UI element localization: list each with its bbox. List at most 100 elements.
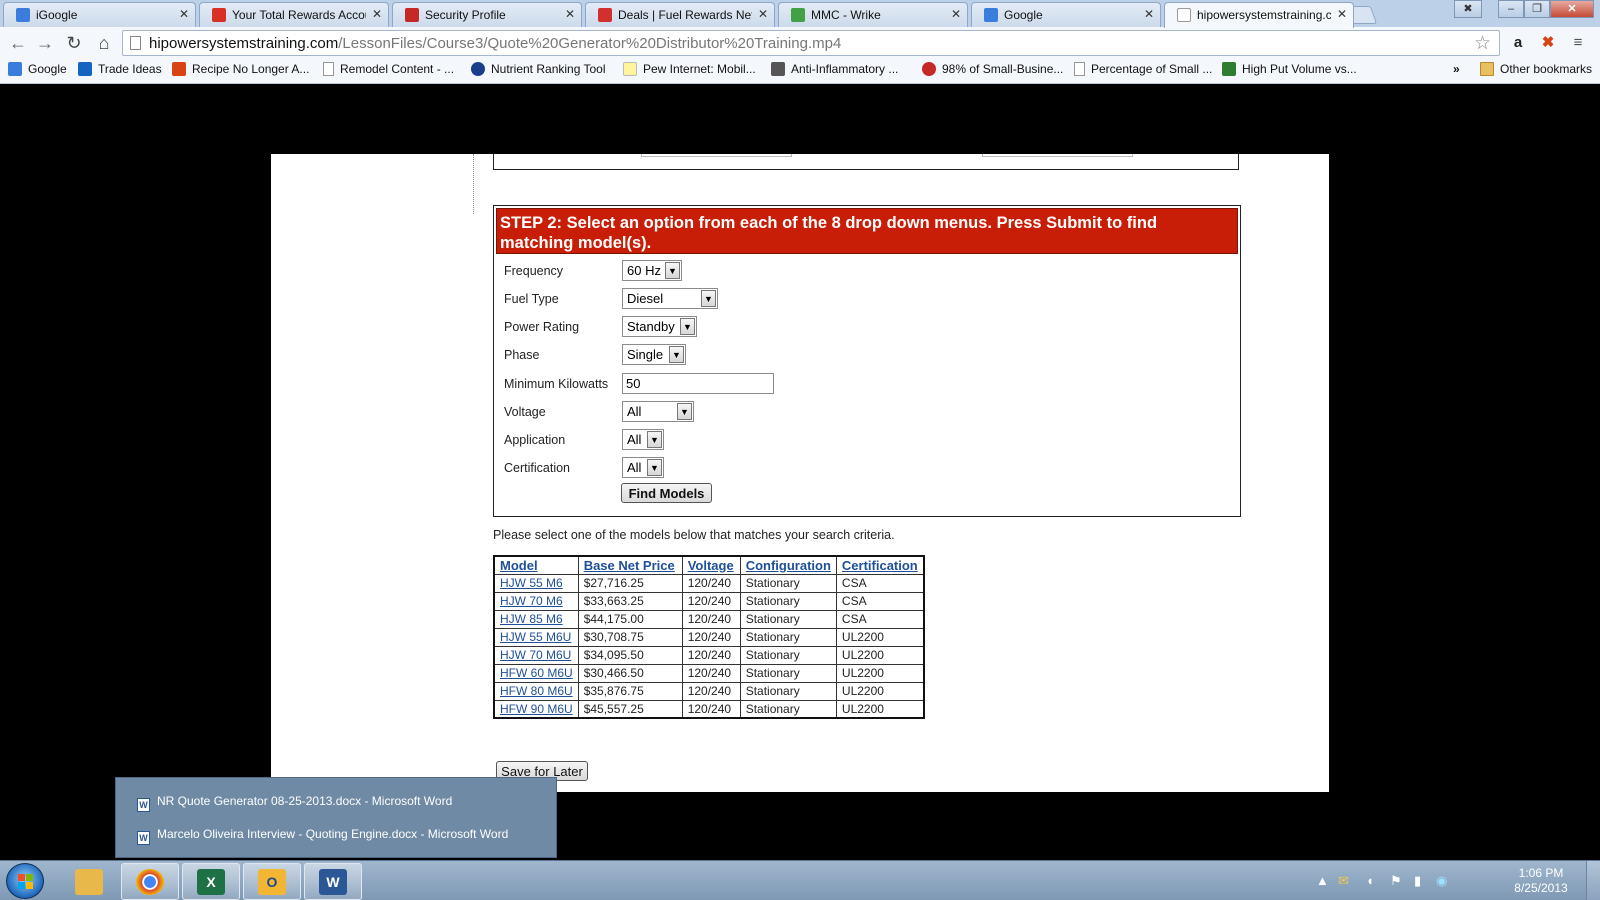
network-signal-icon[interactable]: ▮ <box>1414 873 1421 889</box>
sort-price-link[interactable]: Base Net Price <box>584 558 675 573</box>
col-header-model[interactable]: Model <box>493 555 579 575</box>
action-center-flag-icon[interactable]: ⚑ <box>1390 873 1402 889</box>
bookmark-item[interactable]: Pew Internet: Mobil... <box>623 62 756 80</box>
close-tab-icon[interactable]: ✕ <box>372 7 382 21</box>
bookmark-item[interactable]: Anti-Inflammatory ... <box>771 62 898 80</box>
maximize-button[interactable]: ❐ <box>1524 0 1550 18</box>
bookmarks-overflow-button[interactable]: » <box>1453 62 1460 80</box>
close-tab-icon[interactable]: ✕ <box>1337 7 1347 21</box>
bookmark-item[interactable]: Google <box>8 62 67 80</box>
url-text: hipowersystemstraining.com/LessonFiles/C… <box>149 35 841 52</box>
tab-fuel-rewards[interactable]: Deals | Fuel Rewards Netw ✕ <box>585 2 775 27</box>
jump-list-item[interactable]: W NR Quote Generator 08-25-2013.docx - Mi… <box>137 794 452 814</box>
start-button[interactable] <box>6 863 44 899</box>
voltage-select[interactable]: All ▼ <box>622 401 694 422</box>
phase-select[interactable]: Single ▼ <box>622 344 686 365</box>
col-header-price[interactable]: Base Net Price <box>577 555 683 575</box>
bookmark-item[interactable]: Trade Ideas <box>78 62 162 80</box>
tab-hipower-active[interactable]: hipowersystemstraining.c ✕ <box>1164 2 1354 28</box>
min-kw-input[interactable]: 50 <box>622 373 774 394</box>
sort-certification-link[interactable]: Certification <box>842 558 918 573</box>
model-link[interactable]: HJW 55 M6U <box>500 630 571 644</box>
model-link[interactable]: HJW 85 M6 <box>500 612 563 626</box>
table-row: HJW 70 M6 $33,663.25 120/240 Stationary CSA <box>493 591 925 611</box>
frequency-select[interactable]: 60 Hz ▼ <box>622 260 682 281</box>
other-bookmarks-button[interactable]: Other bookmarks <box>1480 62 1592 80</box>
find-models-button[interactable]: Find Models <box>621 483 712 503</box>
taskbar-chrome[interactable] <box>121 863 179 900</box>
price-cell: $30,466.50 <box>577 663 683 683</box>
col-header-voltage[interactable]: Voltage <box>681 555 741 575</box>
application-select[interactable]: All ▼ <box>622 429 664 450</box>
table-row: HJW 55 M6 $27,716.25 120/240 Stationary CSA <box>493 573 925 593</box>
model-link[interactable]: HJW 70 M6 <box>500 594 563 608</box>
taskbar-excel[interactable]: X <box>182 863 240 900</box>
close-tab-icon[interactable]: ✕ <box>758 7 768 21</box>
bookmark-star-icon[interactable]: ☆ <box>1474 32 1491 55</box>
show-hidden-icons-icon[interactable]: ▲ <box>1316 873 1329 888</box>
show-desktop-button[interactable] <box>1586 861 1600 900</box>
jump-list-item[interactable]: W Marcelo Oliveira Interview - Quoting En… <box>137 827 508 847</box>
forward-arrow-icon[interactable]: → <box>33 31 57 55</box>
col-header-configuration[interactable]: Configuration <box>739 555 837 575</box>
tab-security-profile[interactable]: Security Profile ✕ <box>392 2 582 27</box>
chevron-down-icon: ▼ <box>647 431 662 448</box>
chevron-down-icon: ▼ <box>665 262 680 279</box>
bookmark-item[interactable]: 98% of Small-Busine... <box>922 62 1063 80</box>
tab-total-rewards[interactable]: Your Total Rewards Accou ✕ <box>199 2 389 27</box>
tools-icon[interactable]: ✖ <box>1454 0 1482 18</box>
close-tab-icon[interactable]: ✕ <box>951 7 961 21</box>
tab-title: Deals | Fuel Rewards Netw <box>618 8 752 22</box>
certification-select[interactable]: All ▼ <box>622 457 664 478</box>
back-arrow-icon[interactable]: ← <box>6 31 30 55</box>
taskbar-outlook[interactable]: O <box>243 863 301 900</box>
anti-inflammatory-icon <box>771 62 785 76</box>
taskbar-explorer[interactable] <box>60 863 118 900</box>
close-tab-icon[interactable]: ✕ <box>565 7 575 21</box>
bookmark-item[interactable]: Percentage of Small ... <box>1074 62 1212 80</box>
model-cell: HFW 80 M6U <box>493 681 579 701</box>
sort-voltage-link[interactable]: Voltage <box>688 558 734 573</box>
fuel-type-select[interactable]: Diesel ▼ <box>622 288 718 309</box>
close-tab-icon[interactable]: ✕ <box>1144 7 1154 21</box>
tab-google[interactable]: Google ✕ <box>971 2 1161 27</box>
tab-igoogle[interactable]: iGoogle ✕ <box>3 2 196 27</box>
chevron-down-icon: ▼ <box>680 318 695 335</box>
certification-label: Certification <box>504 461 570 475</box>
taskbar-word[interactable]: W <box>304 863 362 900</box>
menu-icon[interactable]: ≡ <box>1568 33 1588 53</box>
model-link[interactable]: HJW 55 M6 <box>500 576 563 590</box>
bookmark-item[interactable]: Recipe No Longer A... <box>172 62 309 80</box>
close-tab-icon[interactable]: ✕ <box>179 7 189 21</box>
bookmark-item[interactable]: Remodel Content - ... <box>323 62 454 80</box>
model-link[interactable]: HFW 60 M6U <box>500 666 573 680</box>
clock[interactable]: 1:06 PM 8/25/2013 <box>1506 866 1576 896</box>
certification-cell: UL2200 <box>835 627 925 647</box>
reload-icon[interactable]: ↻ <box>62 31 86 55</box>
close-window-button[interactable]: ✕ <box>1550 0 1594 18</box>
amazon-extension-icon[interactable]: a <box>1508 33 1528 53</box>
mail-icon[interactable]: ✉ <box>1338 873 1349 889</box>
tab-wrike[interactable]: MMC - Wrike ✕ <box>778 2 968 27</box>
address-bar[interactable]: hipowersystemstraining.com/LessonFiles/C… <box>122 30 1500 56</box>
configuration-cell: Stationary <box>739 699 837 719</box>
volume-icon[interactable]: ◖ <box>1366 873 1374 888</box>
price-cell: $35,876.75 <box>577 681 683 701</box>
step1-input-right[interactable] <box>982 154 1133 157</box>
minimize-button[interactable]: – <box>1498 0 1524 18</box>
power-rating-select[interactable]: Standby ▼ <box>622 316 697 337</box>
sort-model-link[interactable]: Model <box>500 558 538 573</box>
model-link[interactable]: HFW 90 M6U <box>500 702 573 716</box>
model-link[interactable]: HFW 80 M6U <box>500 684 573 698</box>
sort-configuration-link[interactable]: Configuration <box>746 558 831 573</box>
home-icon[interactable]: ⌂ <box>92 31 116 55</box>
model-link[interactable]: HJW 70 M6U <box>500 648 571 662</box>
bookmark-item[interactable]: High Put Volume vs... <box>1222 62 1357 80</box>
tab-title: Your Total Rewards Accou <box>232 8 366 22</box>
extension-icon[interactable]: ✖ <box>1538 33 1558 53</box>
step1-input-left[interactable] <box>641 154 792 157</box>
bookmark-item[interactable]: Nutrient Ranking Tool <box>471 62 606 80</box>
security-favicon-icon <box>405 8 419 22</box>
col-header-certification[interactable]: Certification <box>835 555 925 575</box>
globe-icon[interactable]: ◉ <box>1436 873 1447 889</box>
